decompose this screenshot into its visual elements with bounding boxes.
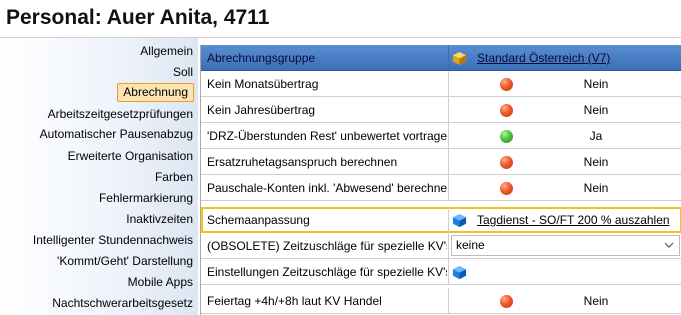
sidebar-item-abrechnung[interactable]: Abrechnung [117, 83, 194, 102]
red-status-icon [500, 104, 513, 117]
column-divider [448, 71, 449, 97]
abrechnungsgruppe-row[interactable]: Abrechnungsgruppe Standard Österreich (V… [201, 45, 681, 71]
sidebar-item-intelligenter-stundennachweis[interactable]: Intelligenter Stundennachweis [33, 231, 193, 250]
red-status-icon [500, 156, 513, 169]
column-divider [448, 207, 449, 233]
drz-ueberstunden-value: Ja [589, 129, 603, 143]
kein-monatsuebertrag-label: Kein Monatsübertrag [207, 77, 319, 91]
settings-grid: Abrechnungsgruppe Standard Österreich (V… [200, 45, 681, 315]
red-status-icon [500, 78, 513, 91]
sidebar-item-farben[interactable]: Farben [155, 168, 193, 187]
ersatzruhetagsanspruch-value: Nein [583, 155, 609, 169]
einstellungen-zeitzuschlaege-label: Einstellungen Zeitzuschläge für speziell… [207, 265, 447, 279]
abrechnungsgruppe-link[interactable]: Standard Österreich (V7) [477, 45, 610, 71]
feiertag-value: Nein [583, 294, 609, 308]
pauschale-konten-label: Pauschale-Konten inkl. 'Abwesend' berech… [207, 181, 447, 195]
feiertag-row[interactable]: Feiertag +4h/+8h laut KV Handel Nein [201, 288, 681, 314]
category-sidebar: Allgemein Soll Abrechnung Arbeitszeitges… [0, 38, 198, 315]
column-divider [448, 97, 449, 123]
page-header: Personal: Auer Anita, 4711 [0, 0, 681, 38]
gold-cube-icon [452, 51, 467, 66]
column-divider [448, 233, 449, 259]
sidebar-item-allgemein[interactable]: Allgemein [140, 42, 193, 61]
sidebar-item-nachtschwerarbeitsgesetz[interactable]: Nachtschwerarbeitsgesetz [52, 294, 193, 313]
column-divider [448, 149, 449, 175]
column-divider [448, 175, 449, 201]
kein-monatsuebertrag-row[interactable]: Kein Monatsübertrag Nein [201, 71, 681, 97]
kein-monatsuebertrag-value: Nein [583, 77, 609, 91]
pauschale-konten-row[interactable]: Pauschale-Konten inkl. 'Abwesend' berech… [201, 175, 681, 201]
sidebar-item-inaktivzeiten[interactable]: Inaktivzeiten [126, 210, 193, 229]
sidebar-item-kommt-geht-darstellung[interactable]: 'Kommt/Geht' Darstellung [57, 252, 193, 271]
pauschale-konten-value: Nein [583, 181, 609, 195]
kein-jahresuebertrag-value: Nein [583, 103, 609, 117]
sidebar-item-automatischer-pausenabzug[interactable]: Automatischer Pausenabzug [40, 125, 193, 144]
ersatzruhetagsanspruch-row[interactable]: Ersatzruhetagsanspruch berechnen Nein [201, 149, 681, 175]
column-divider [448, 259, 449, 285]
schemaanpassung-row[interactable]: Schemaanpassung Tagdienst - SO/FT 200 % … [201, 207, 681, 233]
page-title: Personal: Auer Anita, 4711 [6, 6, 270, 29]
sidebar-item-fehlermarkierung[interactable]: Fehlermarkierung [99, 189, 193, 208]
sidebar-item-arbeitszeitgesetzpruefungen[interactable]: Arbeitszeitgesetzprüfungen [48, 105, 193, 124]
blue-cube-icon[interactable] [452, 265, 467, 280]
zeitzuschlaege-dropdown[interactable]: keine [451, 235, 680, 256]
schemaanpassung-link[interactable]: Tagdienst - SO/FT 200 % auszahlen [477, 207, 670, 233]
obsolete-zeitzuschlaege-label: (OBSOLETE) Zeitzuschläge für spezielle K… [207, 239, 447, 253]
sidebar-item-erweiterte-organisation[interactable]: Erweiterte Organisation [68, 147, 193, 166]
feiertag-label: Feiertag +4h/+8h laut KV Handel [207, 294, 382, 308]
einstellungen-zeitzuschlaege-row[interactable]: Einstellungen Zeitzuschläge für speziell… [201, 259, 681, 285]
obsolete-zeitzuschlaege-row[interactable]: (OBSOLETE) Zeitzuschläge für spezielle K… [201, 233, 681, 259]
red-status-icon [500, 295, 513, 308]
green-status-icon [500, 130, 513, 143]
schemaanpassung-label: Schemaanpassung [207, 213, 310, 227]
sidebar-item-mobile-apps[interactable]: Mobile Apps [128, 273, 193, 292]
drz-ueberstunden-row[interactable]: 'DRZ-Überstunden Rest' unbewertet vortra… [201, 123, 681, 149]
ersatzruhetagsanspruch-label: Ersatzruhetagsanspruch berechnen [207, 155, 398, 169]
abrechnungsgruppe-label: Abrechnungsgruppe [207, 51, 316, 65]
blue-cube-icon [452, 213, 467, 228]
dropdown-selected-value: keine [456, 238, 485, 252]
sidebar-item-soll[interactable]: Soll [173, 63, 193, 82]
kein-jahresuebertrag-label: Kein Jahresübertrag [207, 103, 316, 117]
column-divider [448, 123, 449, 149]
red-status-icon [500, 182, 513, 195]
kein-jahresuebertrag-row[interactable]: Kein Jahresübertrag Nein [201, 97, 681, 123]
chevron-down-icon [664, 242, 674, 248]
column-divider [448, 45, 449, 71]
drz-ueberstunden-label: 'DRZ-Überstunden Rest' unbewertet vortra… [207, 129, 447, 143]
column-divider [448, 288, 449, 314]
